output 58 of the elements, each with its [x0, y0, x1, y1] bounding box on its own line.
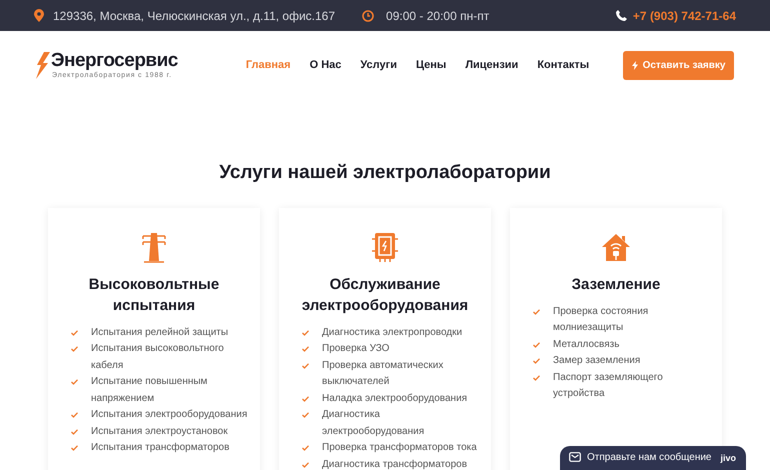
lightning-bolt-icon	[36, 52, 50, 78]
nav-link[interactable]: Контакты	[537, 56, 590, 74]
service-item: Металлосвязь	[553, 338, 620, 352]
check-icon	[71, 379, 78, 385]
nav-link[interactable]: О Нас	[310, 56, 342, 74]
check-icon	[533, 308, 540, 314]
check-icon	[71, 412, 78, 418]
phone-icon	[616, 10, 627, 21]
service-item: Замер заземления	[553, 354, 640, 368]
card-title: Обслуживание электрооборудования	[300, 274, 470, 316]
location-pin-icon	[34, 9, 44, 22]
lightning-icon	[632, 60, 638, 70]
service-item: Проверка состояния молниезащиты	[553, 304, 650, 335]
clock-icon	[362, 10, 374, 22]
service-item: Испытания релейной защиты	[91, 326, 228, 340]
chat-brand: jivo	[720, 452, 736, 464]
check-icon	[302, 412, 309, 418]
phone-link[interactable]: +7 (903) 742-71-64	[632, 6, 736, 24]
service-item: Испытания электроустановок	[91, 424, 228, 438]
check-icon	[302, 362, 309, 368]
house-plug-icon	[600, 232, 632, 262]
service-item: Испытания электрооборудования	[91, 408, 248, 422]
nav-link[interactable]: Цены	[416, 56, 446, 74]
service-item: Проверка автоматических выключателей	[322, 358, 444, 389]
card-title: Высоковольтные испытания	[88, 274, 220, 316]
check-icon	[71, 346, 78, 352]
service-item: Диагностика электропроводки	[322, 326, 462, 340]
check-icon	[533, 358, 540, 364]
service-item: Испытания трансформаторов	[91, 441, 230, 455]
check-icon	[302, 396, 309, 402]
service-item: Проверка УЗО	[322, 342, 390, 356]
chat-label: Отправьте нам сообщение	[587, 452, 712, 464]
card-title: Заземление	[570, 274, 662, 294]
check-icon	[71, 445, 78, 451]
service-item: Проверка трансформаторов тока	[322, 441, 477, 455]
service-item: Наладка электрооборудования	[322, 392, 468, 406]
check-icon	[302, 445, 309, 451]
check-icon	[533, 374, 540, 380]
check-icon	[71, 428, 78, 434]
electrical-panel-icon	[370, 230, 400, 262]
nav-link[interactable]: Услуги	[360, 56, 397, 74]
check-icon	[302, 462, 309, 468]
check-icon	[533, 342, 540, 348]
nav-link[interactable]: Лицензии	[465, 56, 518, 74]
check-icon	[302, 346, 309, 352]
service-item: Диагностика электрооборудования	[322, 408, 426, 438]
logo-title: Энергосервис	[51, 50, 178, 70]
hours-text: 09:00 - 20:00 пн-пт	[386, 8, 490, 24]
service-item: Испытание повышенным напряжением	[91, 375, 208, 406]
check-icon	[302, 330, 309, 336]
chat-widget[interactable]: Отправьте нам сообщение jivo	[560, 446, 746, 470]
section-title: Услуги нашей электролаборатории	[218, 161, 552, 185]
service-item: Диагностика трансформаторов	[322, 458, 468, 470]
check-icon	[71, 330, 78, 336]
address-text: 129336, Москва, Челюскинская ул., д.11, офис.167	[53, 8, 336, 24]
service-item: Паспорт заземляющего устройства	[553, 370, 664, 401]
envelope-icon	[569, 452, 581, 462]
service-item: Испытания высоковольтного кабеля	[91, 342, 225, 372]
